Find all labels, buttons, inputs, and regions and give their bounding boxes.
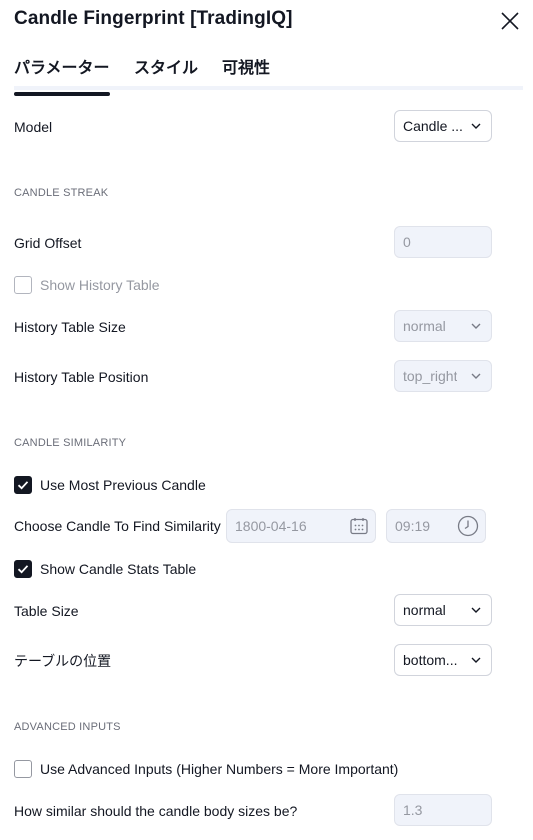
close-icon[interactable]	[497, 8, 523, 34]
date-input[interactable]: 1800-04-16	[226, 509, 376, 543]
table-position-select[interactable]: bottom...	[394, 644, 492, 676]
choose-candle-row: Choose Candle To Find Similarity 1800-04…	[14, 509, 486, 543]
use-most-previous-candle-label: Use Most Previous Candle	[40, 477, 206, 493]
model-value: Candle ...	[403, 118, 463, 134]
history-table-position-row: History Table Position top_right	[14, 360, 492, 394]
show-history-table-checkbox[interactable]	[14, 276, 32, 294]
dialog-title: Candle Fingerprint [TradingIQ]	[14, 8, 293, 29]
body-size-similarity-value: 1.3	[403, 802, 423, 818]
choose-candle-label: Choose Candle To Find Similarity	[14, 518, 221, 534]
tab-bar: パラメーター スタイル 可視性	[14, 52, 523, 96]
tab-visibility[interactable]: 可視性	[222, 54, 270, 78]
grid-offset-input[interactable]: 0	[394, 226, 492, 258]
table-position-row: テーブルの位置 bottom...	[14, 644, 492, 678]
section-candle-streak: CANDLE STREAK	[14, 187, 109, 199]
body-size-similarity-label: How similar should the candle body sizes…	[14, 803, 298, 819]
model-row: Model Candle ...	[14, 110, 492, 144]
use-most-previous-candle-checkbox[interactable]	[14, 476, 32, 494]
chevron-down-icon	[471, 607, 481, 613]
table-size-row: Table Size normal	[14, 594, 492, 628]
date-value: 1800-04-16	[235, 518, 307, 534]
table-size-value: normal	[403, 602, 446, 618]
history-table-position-label: History Table Position	[14, 369, 149, 385]
table-size-select[interactable]: normal	[394, 594, 492, 626]
section-advanced-inputs: ADVANCED INPUTS	[14, 721, 121, 733]
history-table-size-row: History Table Size normal	[14, 310, 492, 344]
checkmark-icon	[17, 565, 29, 574]
use-advanced-inputs-checkbox[interactable]	[14, 760, 32, 778]
show-candle-stats-table-label: Show Candle Stats Table	[40, 561, 197, 577]
checkmark-icon	[17, 481, 29, 490]
tab-style[interactable]: スタイル	[134, 54, 198, 78]
clock-icon	[457, 515, 479, 537]
body-size-similarity-input[interactable]: 1.3	[394, 794, 492, 826]
chevron-down-icon	[471, 123, 481, 129]
grid-offset-value: 0	[403, 234, 411, 250]
history-table-size-label: History Table Size	[14, 319, 126, 335]
chevron-down-icon	[471, 657, 481, 663]
history-table-size-value: normal	[403, 318, 446, 334]
grid-offset-label: Grid Offset	[14, 235, 82, 251]
tab-parameters[interactable]: パラメーター	[14, 54, 110, 96]
history-table-size-select[interactable]: normal	[394, 310, 492, 342]
dialog-header: Candle Fingerprint [TradingIQ]	[14, 8, 523, 34]
history-table-position-select[interactable]: top_right	[394, 360, 492, 392]
section-candle-similarity: CANDLE SIMILARITY	[14, 437, 127, 449]
model-label: Model	[14, 119, 53, 135]
model-select[interactable]: Candle ...	[394, 110, 492, 142]
body-size-similarity-row: How similar should the candle body sizes…	[14, 794, 492, 828]
calendar-icon	[350, 518, 368, 535]
chevron-down-icon	[471, 373, 481, 379]
use-advanced-inputs-label: Use Advanced Inputs (Higher Numbers = Mo…	[40, 761, 399, 777]
table-size-label: Table Size	[14, 603, 79, 619]
history-table-position-value: top_right	[403, 368, 458, 384]
table-position-value: bottom...	[403, 652, 458, 668]
show-history-table-label: Show History Table	[40, 277, 160, 293]
time-input[interactable]: 09:19	[386, 509, 486, 543]
grid-offset-row: Grid Offset 0	[14, 226, 492, 260]
chevron-down-icon	[471, 323, 481, 329]
show-candle-stats-table-checkbox[interactable]	[14, 560, 32, 578]
time-value: 09:19	[395, 518, 431, 534]
table-position-label: テーブルの位置	[14, 653, 112, 669]
